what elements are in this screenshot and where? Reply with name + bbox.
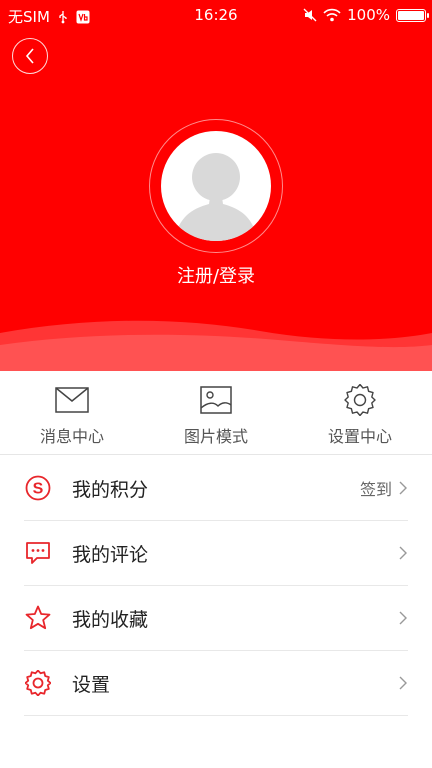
menu-label-settings: 设置 [72, 673, 111, 696]
settings-icon [25, 670, 51, 696]
menu-item-settings[interactable]: 设置 [24, 651, 408, 716]
menu-item-favorites[interactable]: 我的收藏 [24, 586, 408, 651]
comment-icon [26, 542, 50, 564]
login-register-link[interactable]: 注册/登录 [0, 262, 432, 288]
menu-item-comments[interactable]: 我的评论 [24, 521, 408, 586]
avatar[interactable] [161, 131, 271, 241]
chevron-right-icon [399, 546, 407, 560]
default-avatar-icon [174, 153, 258, 241]
gear-icon [344, 384, 376, 416]
chevron-right-icon [399, 611, 407, 625]
back-button[interactable] [12, 38, 48, 74]
chevron-left-icon [25, 48, 34, 64]
points-icon: S [25, 475, 51, 501]
svg-text:S: S [33, 481, 44, 498]
message-center-button[interactable]: 消息中心 [0, 371, 144, 454]
menu-label-points: 我的积分 [72, 478, 149, 501]
quick-nav: 消息中心 图片模式 设置中心 [0, 371, 432, 455]
menu-item-points[interactable]: S 我的积分 签到 [24, 456, 408, 521]
menu-list: S 我的积分 签到 我的评论 我的收藏 设置 [24, 456, 408, 716]
chevron-right-icon [399, 676, 407, 690]
settings-center-label: 设置中心 [327, 427, 392, 446]
chevron-right-icon [399, 481, 407, 495]
star-icon [25, 605, 51, 630]
profile-header: 无SIM 16:26 100% 注册/登录 [0, 0, 432, 371]
wifi-icon [323, 8, 341, 22]
status-bar: 无SIM 16:26 100% [0, 0, 432, 30]
menu-label-comments: 我的评论 [72, 543, 149, 566]
image-icon [200, 386, 232, 414]
menu-label-favorites: 我的收藏 [72, 608, 149, 631]
battery-text: 100% [347, 6, 390, 24]
battery-icon [396, 8, 429, 22]
message-center-label: 消息中心 [39, 427, 104, 446]
image-mode-label: 图片模式 [183, 427, 248, 446]
check-in-link[interactable]: 签到 [360, 476, 392, 500]
image-mode-button[interactable]: 图片模式 [144, 371, 288, 454]
settings-center-button[interactable]: 设置中心 [288, 371, 432, 454]
mute-icon [303, 8, 317, 22]
header-wave [0, 320, 432, 371]
envelope-icon [55, 387, 89, 413]
